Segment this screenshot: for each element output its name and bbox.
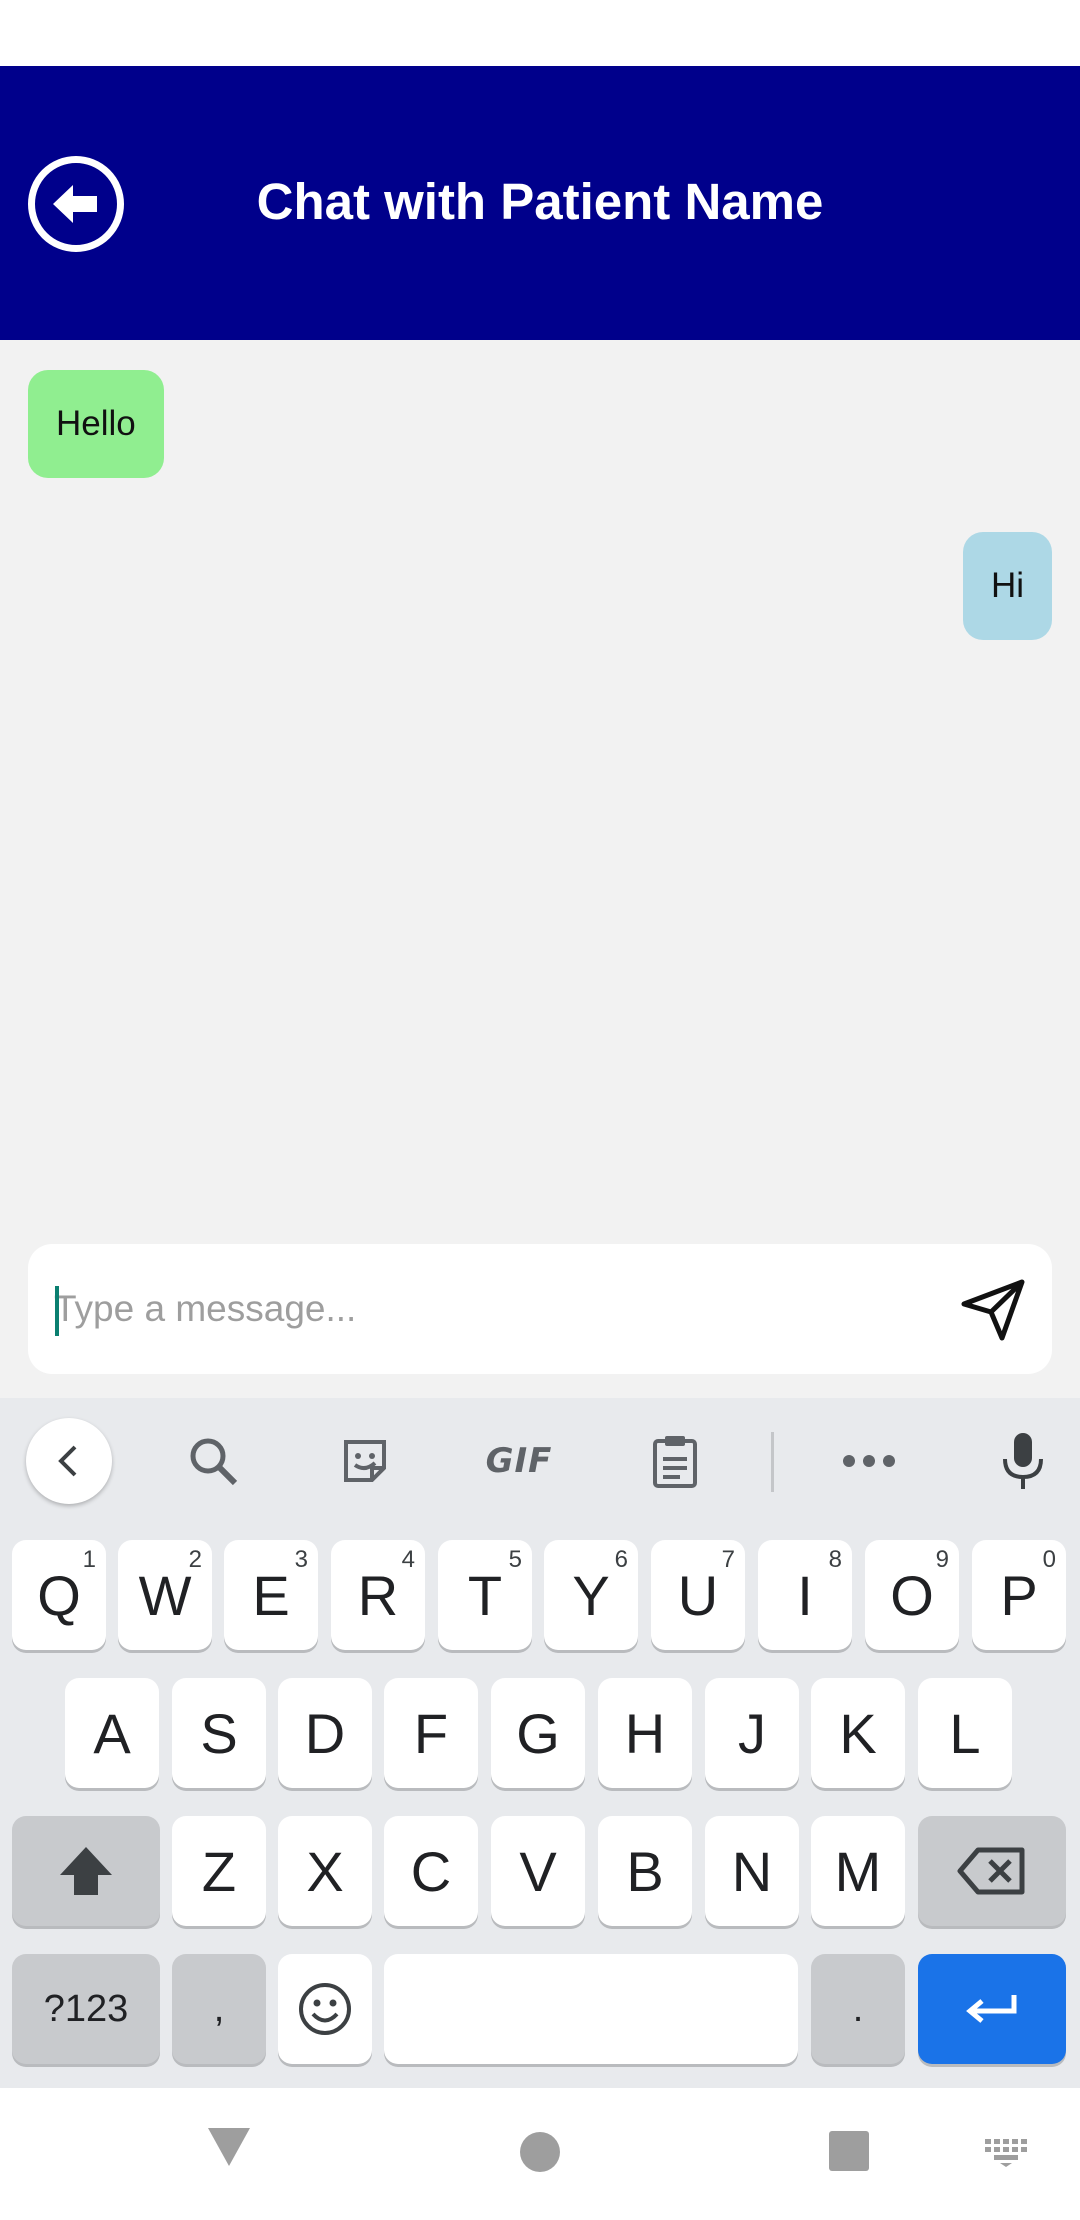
keyboard-more-button[interactable]	[826, 1418, 912, 1504]
enter-icon	[966, 1995, 1017, 2023]
circle-home-icon	[520, 2132, 560, 2172]
space-key[interactable]	[384, 1954, 798, 2064]
comma-key[interactable]: ,	[172, 1954, 266, 2064]
key-hint: 4	[401, 1546, 415, 1573]
key-j[interactable]: J	[705, 1678, 799, 1788]
key-label: I	[797, 1563, 813, 1627]
app-header: Chat with Patient Name	[0, 66, 1080, 340]
message-bubble-outgoing: Hi	[962, 532, 1052, 640]
enter-key[interactable]	[918, 1954, 1066, 2064]
key-a[interactable]: A	[65, 1678, 159, 1788]
key-label: P	[1000, 1563, 1038, 1627]
message-input[interactable]	[54, 1272, 934, 1346]
more-horizontal-icon	[843, 1455, 895, 1467]
message-composer	[28, 1244, 1052, 1374]
key-label: Q	[37, 1563, 81, 1627]
key-u[interactable]: U7	[651, 1540, 745, 1650]
key-label: R	[357, 1563, 399, 1627]
key-hint: 8	[828, 1546, 842, 1573]
key-g[interactable]: G	[491, 1678, 585, 1788]
key-hint: 0	[1042, 1546, 1056, 1573]
soft-keyboard: GIF Q1 W2 E3 R4 T5 Y6 U7 I8 O9 P0 A S D …	[0, 1398, 1080, 2088]
keyboard-sticker-button[interactable]	[322, 1418, 408, 1504]
key-hint: 7	[721, 1546, 735, 1573]
nav-back-button[interactable]	[204, 2124, 254, 2175]
key-k[interactable]: K	[811, 1678, 905, 1788]
key-y[interactable]: Y6	[544, 1540, 638, 1650]
backspace-key[interactable]	[918, 1816, 1066, 1926]
key-x[interactable]: X	[278, 1816, 372, 1926]
clipboard-icon	[653, 1436, 697, 1488]
shift-icon	[60, 1847, 112, 1895]
key-label: T	[467, 1563, 503, 1627]
send-button[interactable]	[958, 1274, 1028, 1344]
key-s[interactable]: S	[172, 1678, 266, 1788]
key-d[interactable]: D	[278, 1678, 372, 1788]
key-label: Y	[572, 1563, 610, 1627]
search-icon	[190, 1438, 238, 1486]
chevron-left-icon	[58, 1445, 77, 1477]
keyboard-voice-button[interactable]	[980, 1418, 1066, 1504]
message-list: Hello Hi	[0, 340, 1080, 1244]
key-c[interactable]: C	[384, 1816, 478, 1926]
microphone-icon	[1003, 1433, 1043, 1489]
nav-keyboard-switch-button[interactable]	[984, 2138, 1028, 2173]
key-e[interactable]: E3	[224, 1540, 318, 1650]
key-o[interactable]: O9	[865, 1540, 959, 1650]
key-m[interactable]: M	[811, 1816, 905, 1926]
key-l[interactable]: L	[918, 1678, 1012, 1788]
nav-recents-button[interactable]	[828, 2130, 870, 2177]
sticker-icon	[344, 1440, 386, 1482]
triangle-back-icon	[208, 2128, 250, 2166]
key-label: W	[138, 1563, 192, 1627]
text-cursor	[55, 1286, 59, 1336]
toolbar-divider	[771, 1432, 774, 1492]
keyboard-toolbar: GIF	[0, 1398, 1080, 1528]
key-label: E	[252, 1563, 290, 1627]
key-hint: 1	[82, 1546, 96, 1573]
square-recents-icon	[829, 2131, 869, 2171]
gif-label: GIF	[485, 1441, 553, 1481]
key-r[interactable]: R4	[331, 1540, 425, 1650]
keyboard-collapse-button[interactable]	[26, 1418, 112, 1504]
symbols-key[interactable]: ?123	[12, 1954, 160, 2064]
status-bar	[0, 0, 1080, 66]
key-hint: 6	[614, 1546, 628, 1573]
keyboard-icon	[985, 2139, 1027, 2167]
key-label: U	[677, 1563, 719, 1627]
key-q[interactable]: Q1	[12, 1540, 106, 1650]
backspace-icon	[957, 1847, 1025, 1895]
key-z[interactable]: Z	[172, 1816, 266, 1926]
key-f[interactable]: F	[384, 1678, 478, 1788]
key-hint: 3	[294, 1546, 308, 1573]
key-hint: 9	[935, 1546, 949, 1573]
shift-key[interactable]	[12, 1816, 160, 1926]
emoji-key[interactable]	[278, 1954, 372, 2064]
send-icon	[961, 1279, 1025, 1341]
key-hint: 2	[188, 1546, 202, 1573]
key-i[interactable]: I8	[758, 1540, 852, 1650]
key-v[interactable]: V	[491, 1816, 585, 1926]
keyboard-gif-button[interactable]: GIF	[476, 1418, 562, 1504]
message-bubble-incoming: Hello	[28, 370, 164, 478]
emoji-icon	[299, 1983, 351, 2035]
period-key[interactable]: .	[811, 1954, 905, 2064]
key-b[interactable]: B	[598, 1816, 692, 1926]
key-p[interactable]: P0	[972, 1540, 1066, 1650]
page-title: Chat with Patient Name	[256, 173, 824, 230]
system-navigation-bar	[0, 2088, 1080, 2220]
key-t[interactable]: T5	[438, 1540, 532, 1650]
key-h[interactable]: H	[598, 1678, 692, 1788]
key-w[interactable]: W2	[118, 1540, 212, 1650]
keyboard-search-button[interactable]	[170, 1418, 256, 1504]
key-label: O	[890, 1563, 934, 1627]
keyboard-clipboard-button[interactable]	[632, 1418, 718, 1504]
key-hint: 5	[508, 1546, 522, 1573]
key-n[interactable]: N	[705, 1816, 799, 1926]
nav-home-button[interactable]	[518, 2130, 562, 2179]
